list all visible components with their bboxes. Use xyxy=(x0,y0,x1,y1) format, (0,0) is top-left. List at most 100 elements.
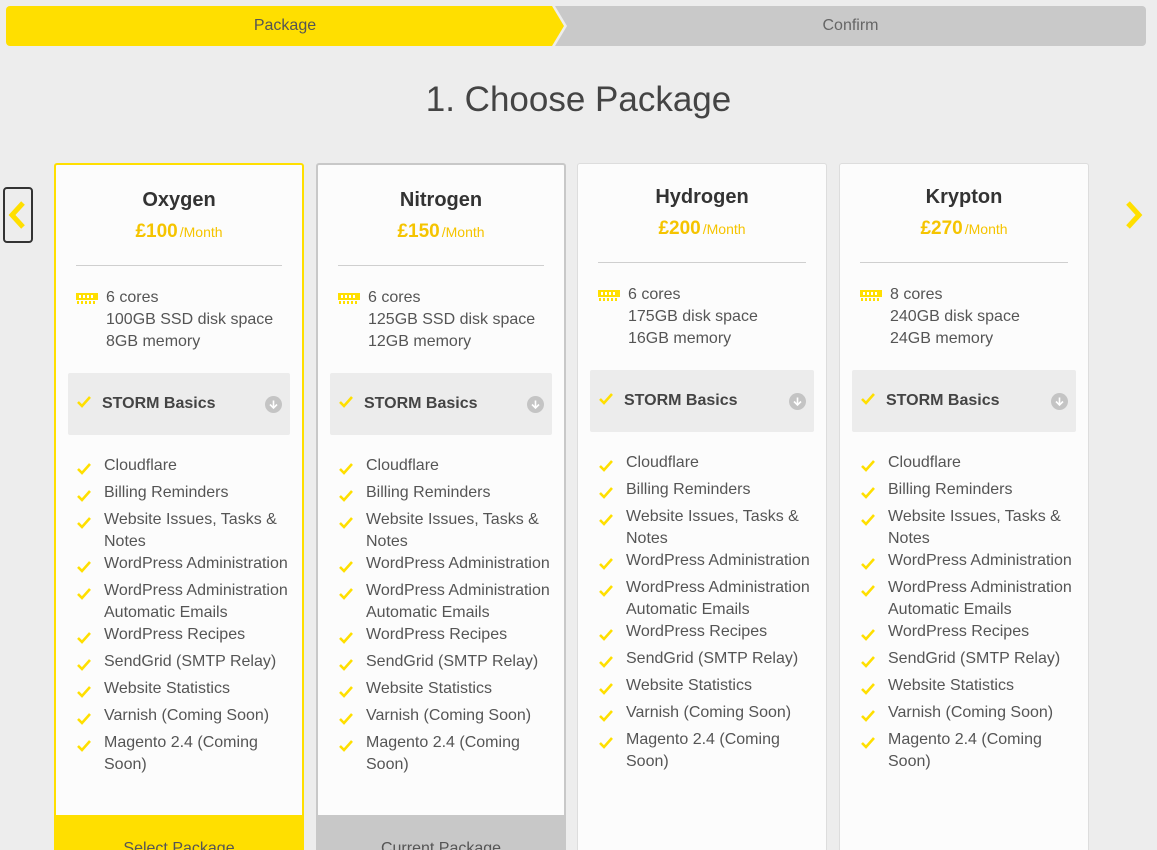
feature-label: WordPress Recipes xyxy=(888,623,1030,640)
memory-chip-icon xyxy=(338,287,368,353)
check-icon xyxy=(338,509,366,553)
feature-item: Cloudflare xyxy=(598,452,814,479)
check-icon xyxy=(76,732,104,776)
feature-item: WordPress Administration Automatic Email… xyxy=(76,580,290,624)
feature-label: WordPress Administration xyxy=(104,555,288,572)
feature-item: WordPress Recipes xyxy=(598,621,814,648)
feature-label: WordPress Administration Automatic Email… xyxy=(626,579,810,618)
package-card-krypton[interactable]: Krypton £270/Month 8 cores 240GB disk sp… xyxy=(839,163,1089,850)
feature-item: WordPress Administration xyxy=(860,550,1076,577)
carousel-next-button[interactable] xyxy=(1117,190,1149,240)
check-icon xyxy=(598,577,626,621)
storm-basics-accordion[interactable]: STORM Basics xyxy=(852,370,1076,432)
expand-arrow-icon[interactable] xyxy=(789,392,806,410)
feature-item: Website Issues, Tasks & Notes xyxy=(76,509,290,553)
spec-line: 6 cores xyxy=(628,286,681,303)
storm-basics-accordion[interactable]: STORM Basics xyxy=(68,373,290,435)
package-card-nitrogen[interactable]: Nitrogen £150/Month 6 cores 125GB SSD di… xyxy=(316,163,566,850)
spec-line: 6 cores xyxy=(368,289,421,306)
feature-item: SendGrid (SMTP Relay) xyxy=(76,651,290,678)
spec-line: 240GB disk space xyxy=(890,308,1020,325)
feature-item: SendGrid (SMTP Relay) xyxy=(598,648,814,675)
spec-line: 12GB memory xyxy=(368,333,472,350)
price-amount: £150 xyxy=(397,221,440,242)
expand-arrow-icon[interactable] xyxy=(1051,392,1068,410)
feature-item: WordPress Administration xyxy=(338,553,552,580)
feature-label: WordPress Administration Automatic Email… xyxy=(888,579,1072,618)
check-icon xyxy=(76,580,104,624)
storm-basics-accordion[interactable]: STORM Basics xyxy=(330,373,552,435)
check-icon xyxy=(860,577,888,621)
price-amount: £270 xyxy=(920,218,963,239)
feature-label: Magento 2.4 (Coming Soon) xyxy=(888,731,1042,770)
feature-label: Magento 2.4 (Coming Soon) xyxy=(366,734,520,773)
package-specs: 8 cores 240GB disk space 24GB memory xyxy=(860,284,1078,350)
check-icon xyxy=(338,395,354,413)
expand-arrow-icon[interactable] xyxy=(527,395,544,413)
select-package-button[interactable]: Select Package xyxy=(56,815,302,850)
feature-list: Cloudflare Billing Reminders Website Issue… xyxy=(860,452,1076,773)
package-card-hydrogen[interactable]: Hydrogen £200/Month 6 cores 175GB disk s… xyxy=(577,163,827,850)
feature-list: Cloudflare Billing Reminders Website Issue… xyxy=(338,455,552,776)
step-confirm[interactable]: Confirm xyxy=(555,6,1146,46)
feature-item: Cloudflare xyxy=(860,452,1076,479)
feature-label: Magento 2.4 (Coming Soon) xyxy=(626,731,780,770)
step-package[interactable]: Package xyxy=(6,6,564,46)
feature-item: Website Statistics xyxy=(338,678,552,705)
check-icon xyxy=(338,678,366,705)
check-icon xyxy=(860,550,888,577)
price-period: /Month xyxy=(964,221,1008,237)
feature-item: WordPress Administration Automatic Email… xyxy=(598,577,814,621)
feature-label: Website Issues, Tasks & Notes xyxy=(626,508,799,547)
feature-label: Website Issues, Tasks & Notes xyxy=(888,508,1061,547)
feature-item: Website Statistics xyxy=(598,675,814,702)
package-name: Hydrogen xyxy=(655,186,749,208)
feature-item: Varnish (Coming Soon) xyxy=(598,702,814,729)
storm-basics-accordion[interactable]: STORM Basics xyxy=(590,370,814,432)
check-icon xyxy=(338,455,366,482)
current-package-button[interactable]: Current Package xyxy=(318,815,564,850)
price-amount: £200 xyxy=(658,218,701,239)
chevron-left-icon xyxy=(8,201,25,229)
package-price: £200/Month xyxy=(578,218,826,240)
feature-item: Cloudflare xyxy=(338,455,552,482)
package-specs: 6 cores 100GB SSD disk space 8GB memory xyxy=(76,287,292,353)
feature-label: SendGrid (SMTP Relay) xyxy=(626,650,799,667)
package-card-oxygen[interactable]: Oxygen £100/Month 6 cores 100GB SSD disk… xyxy=(54,163,304,850)
feature-item: WordPress Administration xyxy=(598,550,814,577)
storm-basics-label: STORM Basics xyxy=(624,392,738,409)
check-icon xyxy=(76,395,92,413)
check-icon xyxy=(338,482,366,509)
storm-basics-label: STORM Basics xyxy=(364,395,478,412)
feature-item: Magento 2.4 (Coming Soon) xyxy=(598,729,814,773)
check-icon xyxy=(860,675,888,702)
step-confirm-label: Confirm xyxy=(822,17,879,34)
divider xyxy=(860,262,1068,263)
divider xyxy=(598,262,806,263)
check-icon xyxy=(338,624,366,651)
package-specs: 6 cores 125GB SSD disk space 12GB memory xyxy=(338,287,554,353)
spec-line: 6 cores xyxy=(106,289,159,306)
feature-item: Website Statistics xyxy=(860,675,1076,702)
feature-label: Cloudflare xyxy=(626,454,699,471)
page-title: 1. Choose Package xyxy=(425,80,732,119)
progress-stepper: Package Confirm xyxy=(6,6,1146,46)
price-period: /Month xyxy=(441,224,485,240)
feature-label: Billing Reminders xyxy=(888,481,1013,498)
expand-arrow-icon[interactable] xyxy=(265,395,282,413)
spec-line: 24GB memory xyxy=(890,330,994,347)
check-icon xyxy=(860,648,888,675)
spec-line: 16GB memory xyxy=(628,330,732,347)
feature-list: Cloudflare Billing Reminders Website Issue… xyxy=(76,455,290,776)
check-icon xyxy=(860,452,888,479)
carousel-prev-button[interactable] xyxy=(3,187,33,243)
step-package-label: Package xyxy=(253,17,317,34)
divider xyxy=(76,265,282,266)
feature-label: SendGrid (SMTP Relay) xyxy=(888,650,1061,667)
feature-label: WordPress Recipes xyxy=(366,626,508,643)
check-icon xyxy=(76,651,104,678)
feature-item: WordPress Administration Automatic Email… xyxy=(338,580,552,624)
check-icon xyxy=(598,648,626,675)
feature-label: Website Statistics xyxy=(366,680,492,697)
feature-label: Website Issues, Tasks & Notes xyxy=(366,511,539,550)
